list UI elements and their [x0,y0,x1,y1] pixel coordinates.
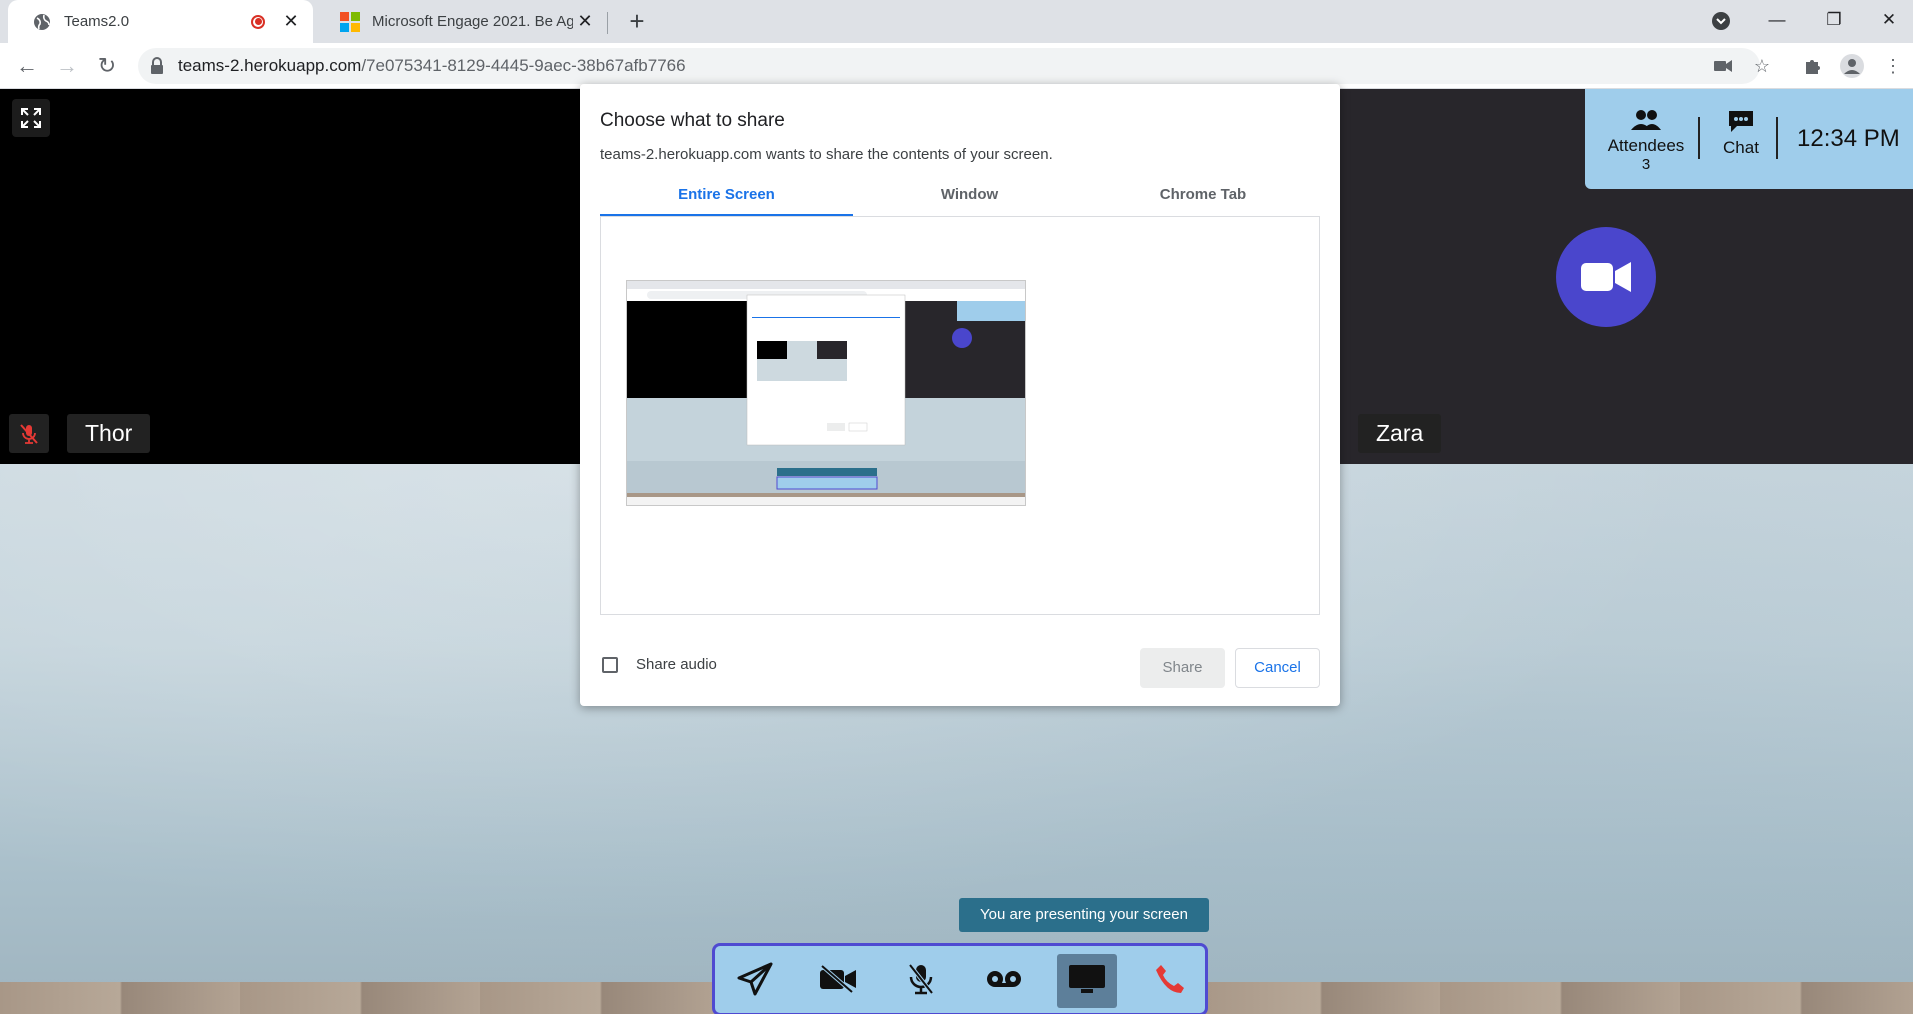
back-button[interactable]: ← [12,51,42,81]
profile-avatar-icon[interactable] [1839,53,1865,79]
screen-share-icon [1068,964,1106,999]
participant-name-label: Zara [1358,414,1442,453]
bookmark-star-icon[interactable]: ☆ [1749,53,1775,79]
cancel-button[interactable]: Cancel [1235,648,1320,688]
attendees-label: Attendees [1607,136,1685,155]
restore-button[interactable]: ❐ [1810,0,1858,43]
dialog-subtitle: teams-2.herokuapp.com wants to share the… [600,146,1053,163]
people-icon [1601,109,1691,136]
dialog-title: Choose what to share [600,110,785,131]
tab-title: Microsoft Engage 2021. Be Agile. [372,13,573,30]
toggle-video-button[interactable] [808,954,868,1008]
lock-icon[interactable] [150,57,164,75]
camera-in-use-icon[interactable] [1710,53,1736,79]
tab-teams[interactable]: Teams2.0 ✕ [8,0,313,43]
forward-button[interactable]: → [52,51,82,81]
tab-title: Teams2.0 [64,13,130,30]
tab-window[interactable]: Window [853,186,1086,216]
phone-hangup-icon [1154,963,1186,1000]
url-host: teams-2.herokuapp.com [178,56,362,75]
hang-up-button[interactable] [1140,954,1200,1008]
send-icon [737,962,773,1001]
meeting-control-bar [712,943,1208,1014]
presenting-toast: You are presenting your screen [959,898,1209,932]
chat-bubble-icon [1711,109,1771,138]
chat-button[interactable]: Chat [1711,109,1771,158]
participant-tile-thor: Thor [0,89,581,464]
tab-chrome-tab[interactable]: Chrome Tab [1086,186,1320,216]
recording-indicator-icon [251,14,265,29]
panel-divider [1776,117,1778,159]
panel-divider [1698,117,1700,159]
reload-button[interactable]: ↻ [92,51,122,81]
send-invite-button[interactable] [725,954,785,1008]
tab-divider [607,12,608,34]
voicemail-record-icon [986,969,1022,994]
close-tab-icon[interactable]: ✕ [573,11,597,32]
chat-label: Chat [1723,138,1759,157]
minimize-button[interactable]: — [1753,0,1801,43]
url-path: /7e075341-8129-4445-9aec-38b67afb7766 [361,56,686,75]
close-window-button[interactable]: ✕ [1865,0,1913,43]
tab-entire-screen[interactable]: Entire Screen [600,186,853,216]
close-tab-icon[interactable]: ✕ [279,11,303,32]
entire-screen-thumbnail[interactable] [626,280,1026,506]
video-camera-icon [1556,227,1656,327]
screen-source-list [600,216,1320,615]
participant-name-label: Thor [67,414,151,453]
browser-tab-strip: Teams2.0 ✕ Microsoft Engage 2021. Be Agi… [0,0,1913,43]
url-text[interactable]: teams-2.herokuapp.com/7e075341-8129-4445… [178,56,686,76]
record-button[interactable] [974,954,1034,1008]
tab-microsoft-engage[interactable]: Microsoft Engage 2021. Be Agile. ✕ [316,0,607,43]
share-button[interactable]: Share [1140,648,1225,688]
globe-icon [32,12,52,32]
attendees-button[interactable]: Attendees 3 [1601,109,1691,173]
share-audio-option[interactable]: Share audio [602,656,717,673]
share-screen-button[interactable] [1057,954,1117,1008]
toggle-mic-button[interactable] [891,954,951,1008]
attendees-count: 3 [1641,156,1651,173]
share-audio-label: Share audio [636,656,717,673]
share-screen-dialog: Choose what to share teams-2.herokuapp.c… [580,84,1340,706]
microsoft-logo-icon [340,11,360,32]
share-audio-checkbox[interactable] [602,656,618,673]
mic-off-icon [907,963,935,1000]
meeting-clock: 12:34 PM [1797,125,1900,152]
muted-mic-icon [9,414,49,453]
more-menu-icon[interactable]: ⋮ [1880,53,1906,79]
extensions-puzzle-icon[interactable] [1800,53,1826,79]
browser-toolbar: ← → ↻ teams-2.herokuapp.com/7e075341-812… [0,43,1913,89]
video-off-icon [819,963,857,998]
fullscreen-expand-icon[interactable] [12,99,50,137]
new-tab-button[interactable]: + [622,6,652,36]
tab-search-button[interactable] [1697,0,1745,43]
